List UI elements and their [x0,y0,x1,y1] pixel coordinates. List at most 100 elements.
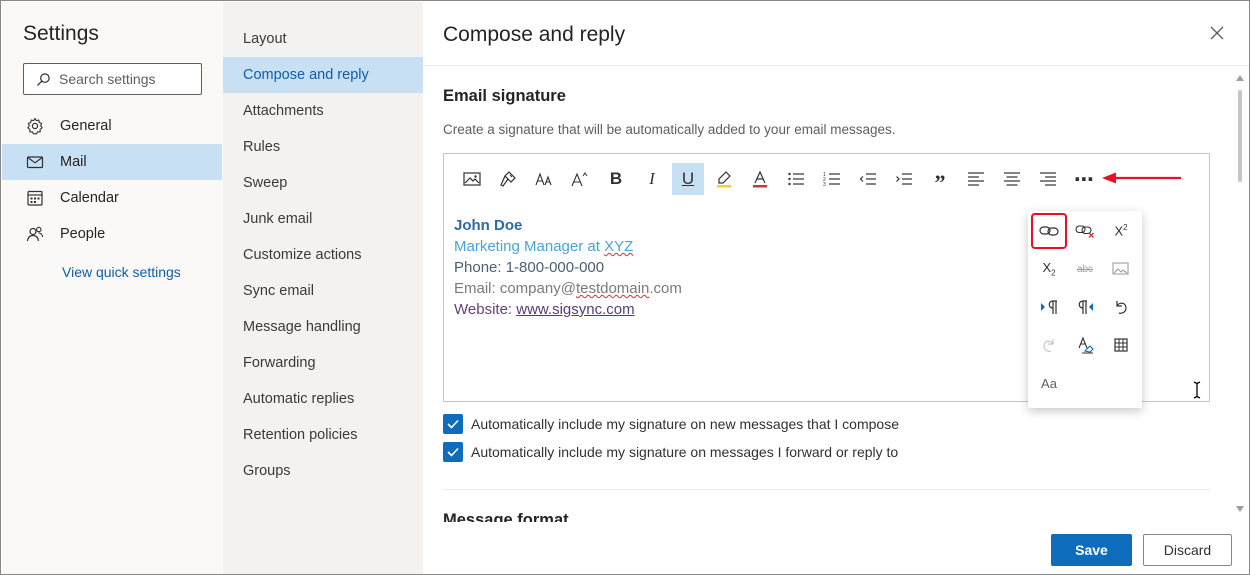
section-title: Email signature [443,87,566,105]
font-button[interactable] [528,163,560,195]
format-painter-icon [500,171,516,187]
font-size-icon [571,172,588,187]
signature-content: John Doe Marketing Manager at XYZ Phone:… [454,215,682,320]
font-size-button[interactable] [564,163,596,195]
ltr-button[interactable] [1031,289,1067,325]
header-divider [423,65,1249,66]
scrollbar-thumb[interactable] [1238,90,1242,182]
ltr-icon [1041,300,1057,314]
checkbox-label: Automatically include my signature on me… [471,444,899,460]
remove-link-button[interactable] [1067,213,1103,249]
sub-item-customize-actions[interactable]: Customize actions [223,237,423,273]
sub-item-automatic-replies[interactable]: Automatic replies [223,381,423,417]
styles-button[interactable]: Aa [1031,365,1067,401]
more-options-button[interactable]: ⋯ [1068,163,1100,195]
increase-indent-icon [896,173,912,185]
strikethrough-button[interactable]: abc [1067,251,1103,287]
auto-signature-new-checkbox[interactable]: Automatically include my signature on ne… [443,414,899,434]
checkbox-checked-icon [443,414,463,434]
insert-table-button[interactable] [1103,327,1139,363]
discard-button[interactable]: Discard [1143,534,1232,566]
auto-signature-reply-checkbox[interactable]: Automatically include my signature on me… [443,442,898,462]
mail-settings-list: Layout Compose and reply Attachments Rul… [223,2,423,574]
signature-role: Marketing Manager at XYZ [454,238,634,255]
search-input[interactable]: Search settings [23,63,202,95]
align-left-icon [968,172,984,186]
italic-button[interactable]: I [636,163,668,195]
more-formatting-popup: X2 X2 abc Aa [1028,211,1142,408]
search-icon [36,72,50,86]
strikethrough-icon: abc [1076,263,1094,275]
sub-item-sync-email[interactable]: Sync email [223,273,423,309]
bullets-button[interactable] [780,163,812,195]
settings-nav: Settings Search settings General Mail Ca… [2,2,223,574]
insert-picture-button[interactable] [456,163,488,195]
sub-item-message-handling[interactable]: Message handling [223,309,423,345]
clear-formatting-button[interactable] [1067,327,1103,363]
nav-item-label: Mail [60,154,87,170]
insert-link-button[interactable] [1031,213,1067,249]
highlight-button[interactable] [708,163,740,195]
sub-item-compose-and-reply[interactable]: Compose and reply [223,57,423,93]
undo-icon [1116,301,1127,314]
highlighter-icon [717,171,731,188]
nav-item-general[interactable]: General [2,108,222,144]
view-quick-settings-link[interactable]: View quick settings [62,264,181,280]
redo-icon [1043,339,1054,352]
mail-icon [26,153,44,171]
align-center-button[interactable] [996,163,1028,195]
checkbox-checked-icon [443,442,463,462]
bullets-icon [788,172,804,186]
close-icon[interactable] [1208,24,1226,42]
quote-button[interactable]: ” [924,163,956,195]
underline-button[interactable]: U [672,163,704,195]
sub-item-forwarding[interactable]: Forwarding [223,345,423,381]
sub-item-junk-email[interactable]: Junk email [223,201,423,237]
rtl-button[interactable] [1067,289,1103,325]
gear-icon [26,117,44,135]
signature-website: Website: www.sigsync.com [454,299,682,320]
superscript-button[interactable]: X2 [1103,213,1139,249]
font-color-button[interactable] [744,163,776,195]
svg-text:3: 3 [823,182,826,187]
sub-item-retention-policies[interactable]: Retention policies [223,417,423,453]
website-label: Website: [454,301,517,318]
increase-indent-button[interactable] [888,163,920,195]
nav-item-label: General [60,118,112,134]
settings-window: Settings Search settings General Mail Ca… [0,0,1250,575]
signature-email: Email: company@testdomain.com [454,280,682,297]
format-painter-button[interactable] [492,163,524,195]
footer-bar: Save Discard [423,523,1235,574]
sub-item-layout[interactable]: Layout [223,21,423,57]
panel-title: Compose and reply [443,23,626,46]
nav-item-label: People [60,226,106,242]
checkbox-label: Automatically include my signature on ne… [471,416,899,432]
numbering-button[interactable]: 123 [816,163,848,195]
alt-text-button[interactable] [1103,251,1139,287]
undo-button[interactable] [1103,289,1139,325]
signature-name: John Doe [454,217,523,234]
save-button[interactable]: Save [1051,534,1132,566]
sub-item-groups[interactable]: Groups [223,453,423,489]
scroll-down-icon[interactable] [1235,505,1245,513]
nav-item-mail[interactable]: Mail [2,144,222,180]
sub-item-sweep[interactable]: Sweep [223,165,423,201]
sub-item-attachments[interactable]: Attachments [223,93,423,129]
rtl-icon [1078,300,1093,314]
table-icon [1114,338,1128,352]
decrease-indent-button[interactable] [852,163,884,195]
align-right-button[interactable] [1032,163,1064,195]
sub-item-rules[interactable]: Rules [223,129,423,165]
bold-button[interactable]: B [600,163,632,195]
nav-item-people[interactable]: People [2,216,222,252]
font-color-icon [753,170,767,188]
scroll-up-icon[interactable] [1235,74,1245,82]
align-left-button[interactable] [960,163,992,195]
nav-item-calendar[interactable]: Calendar [2,180,222,216]
align-right-icon [1040,172,1056,186]
redo-button[interactable] [1031,327,1067,363]
subscript-button[interactable]: X2 [1031,251,1067,287]
website-link[interactable]: www.sigsync.com [516,301,634,318]
section-divider [443,489,1210,490]
numbering-icon: 123 [823,172,840,187]
